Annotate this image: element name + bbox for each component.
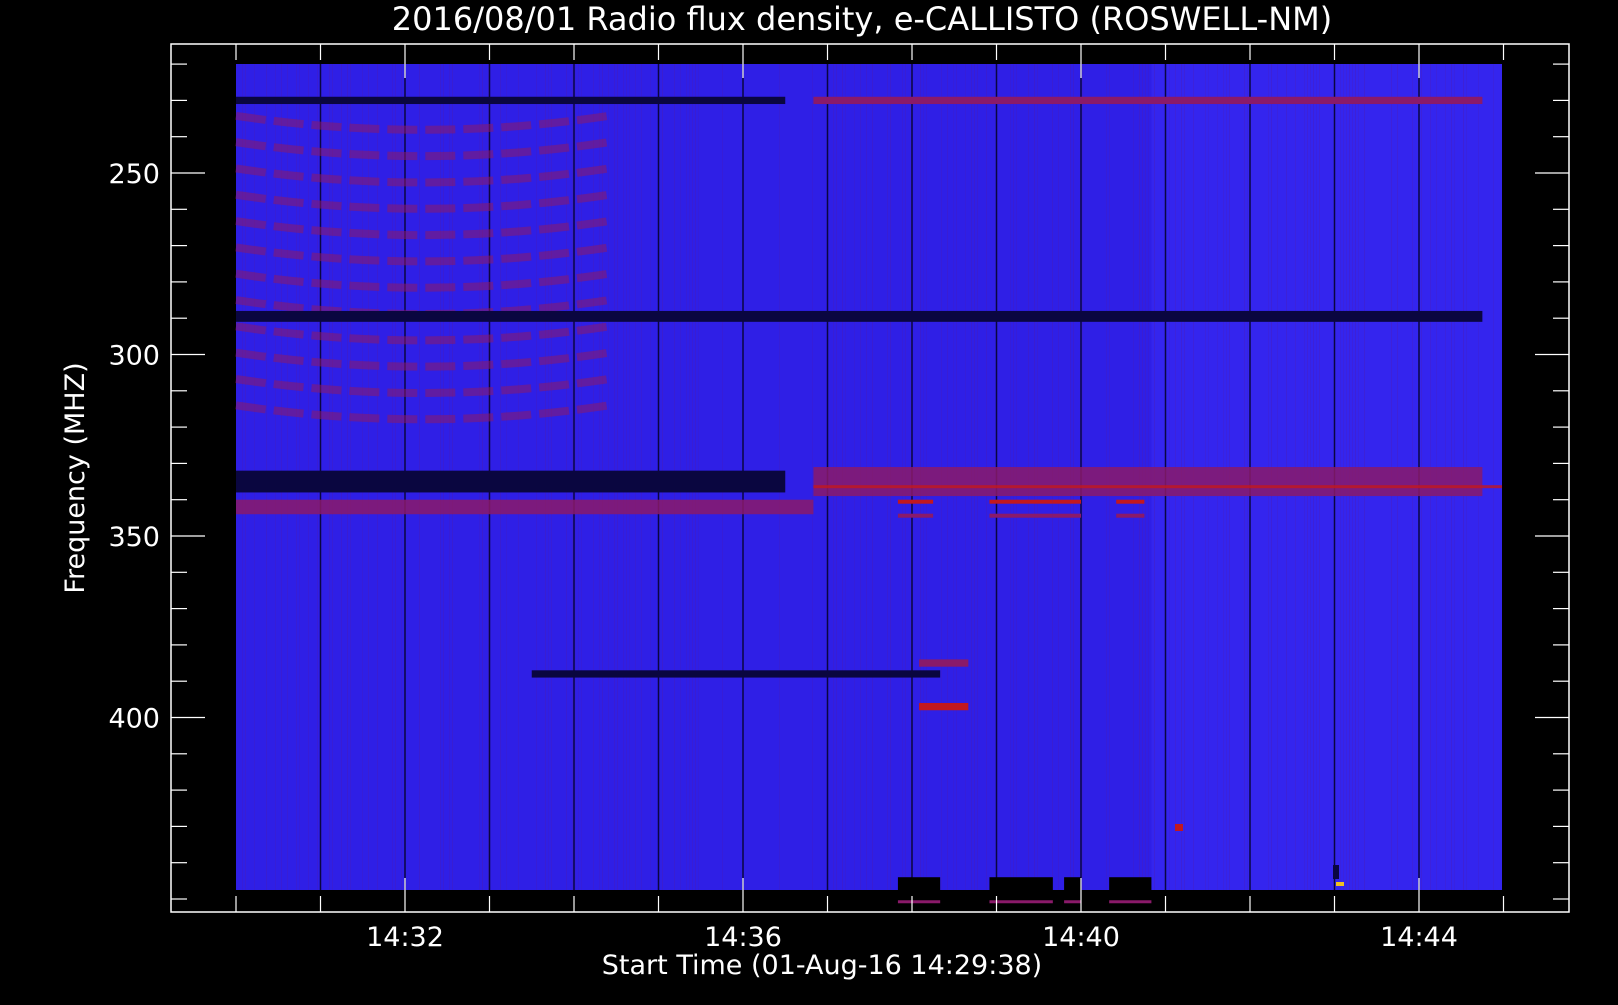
y-tick-label: 350 (108, 522, 160, 553)
chart-title: 2016/08/01 Radio flux density, e-CALLIST… (392, 0, 1332, 38)
dropout-edge (1109, 900, 1152, 904)
y-axis-label: Frequency (MHZ) (60, 362, 91, 593)
spectrogram-chart: 2016/08/01 Radio flux density, e-CALLIST… (0, 0, 1618, 1000)
burst-dash (989, 499, 1053, 504)
burst-dash (989, 513, 1053, 518)
spectral-feature-dark-line (531, 670, 941, 678)
spot (1175, 824, 1183, 831)
spectral-feature-red-line (813, 96, 1483, 105)
dropout-edge (1064, 900, 1081, 904)
spot (1336, 882, 1344, 886)
texture-stripe (1493, 64, 1494, 890)
burst-dash (897, 499, 934, 504)
spectral-feature-dark-line (236, 310, 1483, 322)
spectral-feature-dark-line (236, 96, 786, 105)
y-tick-label: 300 (108, 341, 160, 372)
spectrogram-field (235, 64, 1502, 907)
spectral-feature-dark-band (236, 470, 786, 493)
texture-stripe (812, 64, 813, 890)
spectrogram-svg: 2016/08/01 Radio flux density, e-CALLIST… (0, 0, 1618, 1000)
x-tick-label: 14:40 (1042, 922, 1120, 953)
dropout-edge (989, 900, 1053, 904)
spectral-feature-bright-red-line (919, 702, 969, 711)
x-axis-label: Start Time (01-Aug-16 14:29:38) (602, 950, 1042, 981)
spectral-feature-red-band (236, 499, 814, 515)
spectral-feature-red-line (919, 659, 969, 667)
x-tick-label: 14:44 (1380, 922, 1458, 953)
spot (1333, 865, 1339, 879)
y-tick-label: 250 (108, 159, 160, 190)
spectral-feature-bright-line (813, 485, 1502, 489)
y-tick-label: 400 (108, 704, 160, 735)
burst-dash (1052, 513, 1081, 518)
x-tick-label: 14:36 (704, 922, 782, 953)
burst-dash (1116, 513, 1145, 518)
spectral-feature-red-band (813, 467, 1483, 497)
burst-dash (897, 513, 934, 518)
burst-dash (1116, 499, 1145, 504)
dropout-edge (897, 900, 941, 904)
burst-dash (1052, 499, 1081, 504)
x-tick-label: 14:32 (366, 922, 444, 953)
